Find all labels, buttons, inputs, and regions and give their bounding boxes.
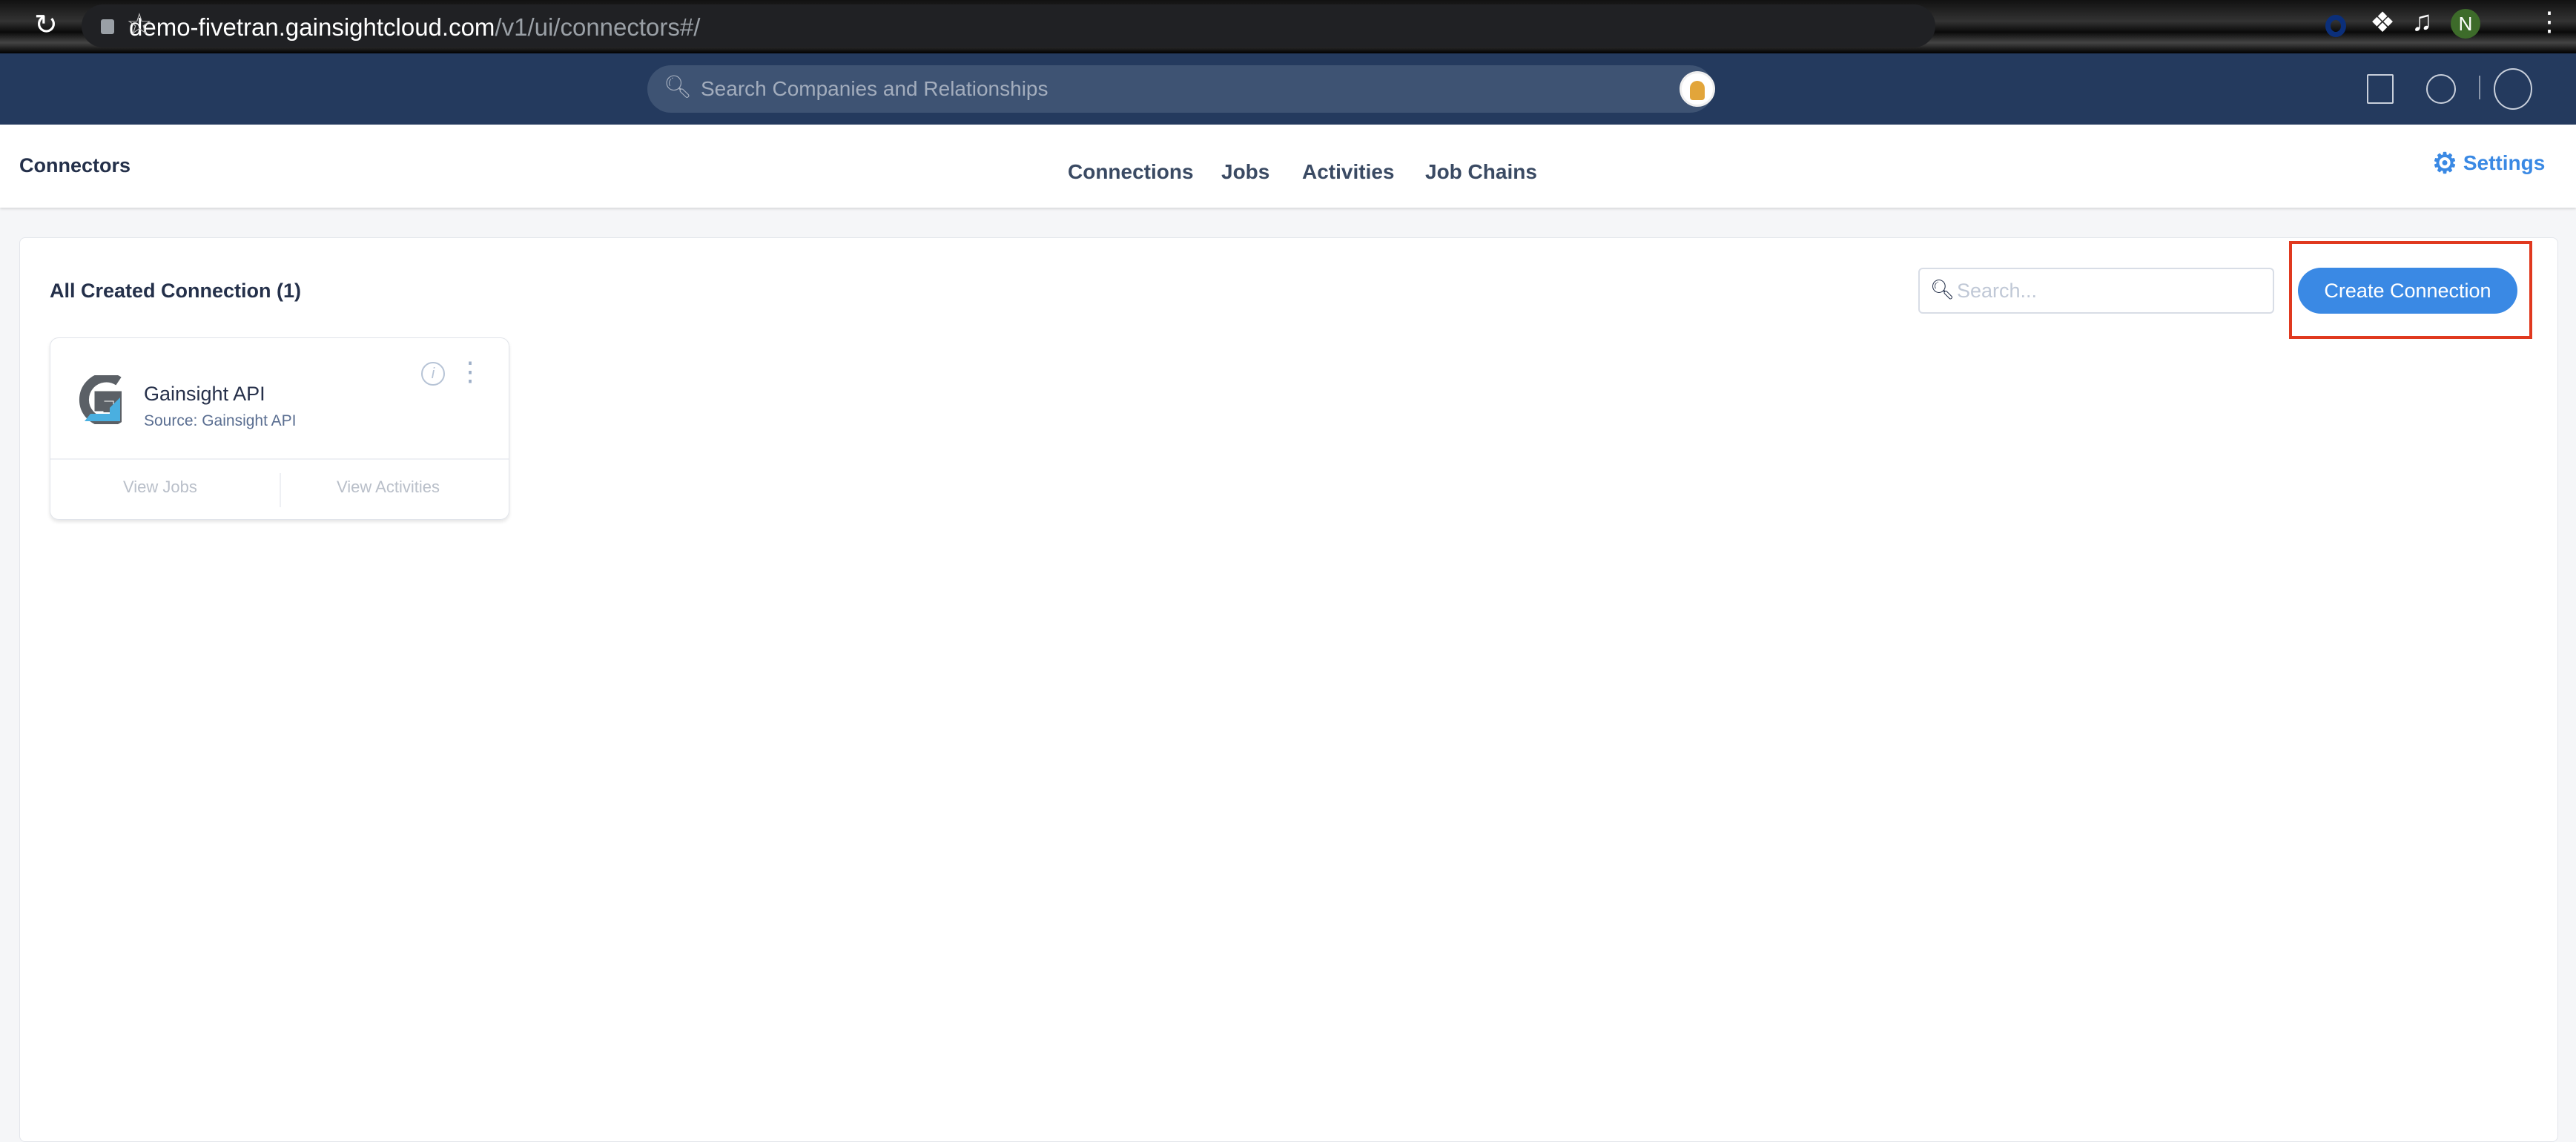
page-header: Connectors Connections Jobs Activities J… (0, 125, 2576, 208)
view-activities-link[interactable]: View Activities (337, 478, 440, 497)
view-jobs-link[interactable]: View Jobs (123, 478, 197, 497)
tab-activities[interactable]: Activities (1302, 160, 1395, 184)
panel-title: All Created Connection (1) (50, 280, 302, 302)
browser-toolbar: ↻ demo-fivetran.gainsightcloud.com/v1/ui… (0, 0, 2576, 53)
book-icon[interactable] (2367, 74, 2394, 104)
highlight-box (2289, 241, 2532, 339)
page-title: Connectors (19, 154, 131, 176)
global-search[interactable]: 🔍︎ Search Companies and Relationships (647, 65, 1715, 113)
gear-icon: ⚙ (2432, 148, 2458, 179)
media-icon[interactable]: ♫ (2411, 6, 2433, 38)
search-icon: 🔍︎ (1930, 278, 1955, 300)
tab-connections[interactable]: Connections (1068, 160, 1194, 184)
connection-source: Source: Gainsight API (144, 412, 297, 429)
menu-icon[interactable]: ⋮ (2536, 6, 2563, 37)
search-icon: 🔍︎ (664, 75, 693, 99)
url-path: /v1/ui/connectors#/ (495, 13, 701, 41)
connection-card[interactable]: Gainsight API Source: Gainsight API i ⋮ … (50, 337, 509, 520)
extension-icon[interactable] (2325, 15, 2346, 37)
divider (280, 473, 281, 507)
more-options-icon[interactable]: ⋮ (457, 356, 483, 387)
user-profile-icon[interactable] (2494, 68, 2532, 110)
global-search-placeholder: Search Companies and Relationships (701, 77, 1048, 100)
connection-name: Gainsight API (144, 383, 265, 405)
address-bar[interactable]: demo-fivetran.gainsightcloud.com/v1/ui/c… (82, 4, 1935, 47)
tab-job-chains[interactable]: Job Chains (1425, 160, 1537, 184)
tab-jobs[interactable]: Jobs (1221, 160, 1269, 184)
connection-search[interactable]: 🔍︎ (1918, 268, 2274, 314)
people-icon[interactable] (2426, 74, 2456, 104)
settings-link[interactable]: ⚙ Settings (2432, 147, 2545, 180)
global-nav: 🔍︎ Search Companies and Relationships (0, 53, 2576, 125)
star-icon[interactable]: ☆ (126, 7, 153, 42)
settings-label: Settings (2463, 151, 2546, 174)
puzzle-icon[interactable]: ❖ (2370, 6, 2395, 39)
lock-icon (101, 19, 114, 34)
card-footer: View Jobs View Activities (50, 458, 509, 521)
divider (2479, 76, 2480, 99)
connections-panel: All Created Connection (1) 🔍︎ Create Con… (19, 237, 2558, 1142)
connection-search-input[interactable] (1957, 277, 2253, 305)
user-avatar[interactable] (1680, 71, 1715, 107)
url-host: demo-fivetran.gainsightcloud.com (129, 13, 495, 41)
gainsight-logo (79, 375, 122, 424)
info-icon[interactable]: i (421, 362, 445, 386)
profile-avatar[interactable]: N (2451, 9, 2480, 39)
reload-icon[interactable]: ↻ (34, 10, 64, 40)
